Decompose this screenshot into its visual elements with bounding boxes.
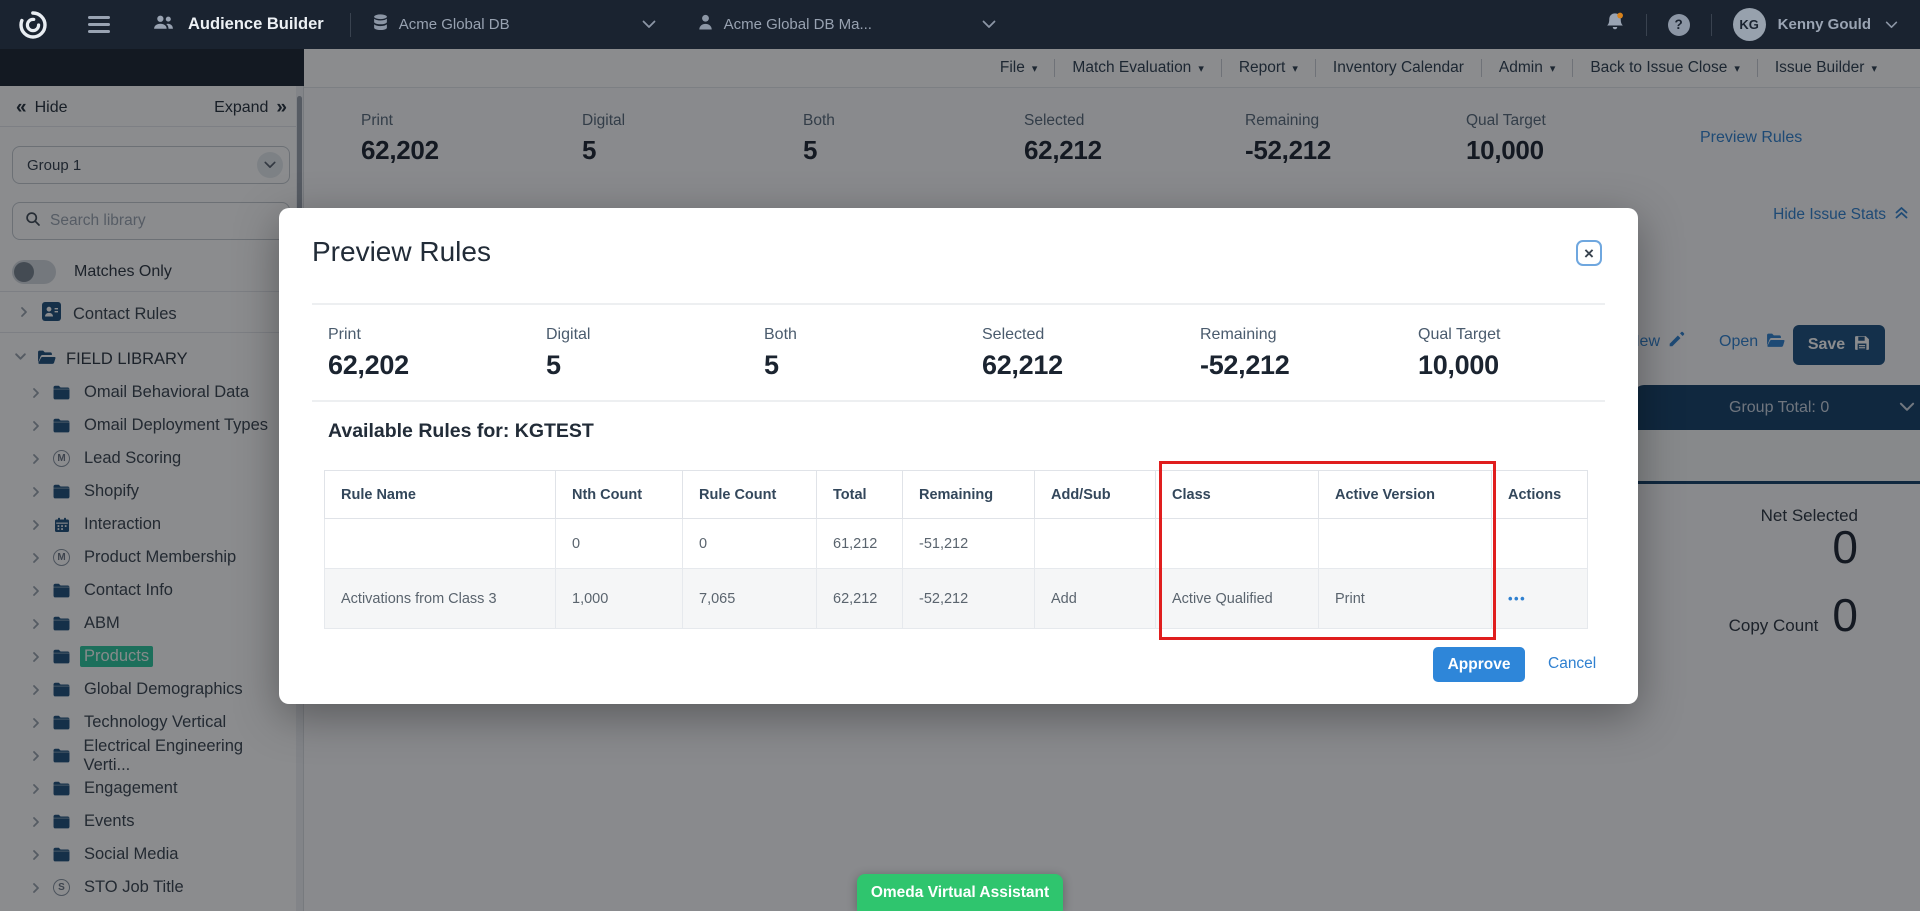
- product-title-label: Audience Builder: [188, 15, 324, 34]
- table-cell: Add: [1035, 569, 1156, 629]
- table-cell: [325, 519, 556, 569]
- table-cell: 1,000: [556, 569, 683, 629]
- modal-title: Preview Rules: [312, 236, 491, 268]
- divider: [1711, 14, 1712, 36]
- table-cell: 0: [683, 519, 817, 569]
- table-row-0: 0061,212-51,212: [325, 519, 1588, 569]
- table-cell: -51,212: [903, 519, 1035, 569]
- table-cell: 7,065: [683, 569, 817, 629]
- chevron-down-icon: [642, 16, 656, 34]
- virtual-assistant-button[interactable]: Omeda Virtual Assistant: [857, 874, 1063, 911]
- close-icon[interactable]: ×: [1576, 240, 1602, 266]
- table-cell: Activations from Class 3: [325, 569, 556, 629]
- stat-remaining: Remaining-52,212: [1200, 326, 1418, 381]
- help-icon[interactable]: ?: [1668, 14, 1690, 36]
- table-cell: Print: [1319, 569, 1492, 629]
- table-cell: 61,212: [817, 519, 903, 569]
- column-header-nth-count: Nth Count: [556, 471, 683, 519]
- profile-selector[interactable]: Acme Global DB Ma...: [698, 14, 996, 35]
- product-title: Audience Builder: [152, 14, 324, 36]
- audience-icon: [152, 14, 175, 36]
- row-actions-button[interactable]: •••: [1508, 591, 1526, 606]
- table-cell: 0: [556, 519, 683, 569]
- column-header-actions: Actions: [1492, 471, 1588, 519]
- stat-print: Print62,202: [328, 326, 546, 381]
- stat-digital: Digital5: [546, 326, 764, 381]
- column-header-remaining: Remaining: [903, 471, 1035, 519]
- divider: [350, 13, 351, 37]
- column-header-class: Class: [1156, 471, 1319, 519]
- divider: [312, 303, 1605, 305]
- table-cell: Active Qualified: [1156, 569, 1319, 629]
- person-icon: [698, 14, 713, 35]
- approve-button[interactable]: Approve: [1433, 647, 1525, 682]
- database-selector[interactable]: Acme Global DB: [373, 14, 656, 36]
- stat-both: Both5: [764, 326, 982, 381]
- column-header-rule-count: Rule Count: [683, 471, 817, 519]
- column-header-active-version: Active Version: [1319, 471, 1492, 519]
- profile-selector-value: Acme Global DB Ma...: [724, 16, 872, 33]
- available-rules-heading: Available Rules for: KGTEST: [328, 420, 594, 443]
- table-cell: -52,212: [903, 569, 1035, 629]
- rules-table: Rule NameNth CountRule CountTotalRemaini…: [324, 470, 1588, 629]
- omeda-logo-icon[interactable]: [18, 10, 48, 40]
- notification-dot: [1617, 12, 1623, 18]
- stat-selected: Selected62,212: [982, 326, 1200, 381]
- stat-qual-target: Qual Target10,000: [1418, 326, 1636, 381]
- rules-table-body: 0061,212-51,212Activations from Class 31…: [325, 519, 1588, 629]
- rules-table-head-row: Rule NameNth CountRule CountTotalRemaini…: [325, 471, 1588, 519]
- database-selector-value: Acme Global DB: [399, 16, 510, 33]
- table-cell: [1156, 519, 1319, 569]
- notifications-bell-icon[interactable]: [1605, 12, 1625, 38]
- table-cell: [1319, 519, 1492, 569]
- chevron-down-icon[interactable]: [1885, 16, 1898, 34]
- app-screen: Audience Builder Acme Global DB Acme Glo…: [0, 0, 1920, 911]
- chevron-down-icon: [982, 16, 996, 34]
- table-row-1: Activations from Class 31,0007,06562,212…: [325, 569, 1588, 629]
- column-header-rule-name: Rule Name: [325, 471, 556, 519]
- cancel-link[interactable]: Cancel: [1548, 655, 1596, 673]
- database-icon: [373, 14, 388, 36]
- table-cell: 62,212: [817, 569, 903, 629]
- column-header-total: Total: [817, 471, 903, 519]
- modal-stats-row: Print62,202Digital5Both5Selected62,212Re…: [328, 326, 1636, 381]
- top-navbar: Audience Builder Acme Global DB Acme Glo…: [0, 0, 1920, 49]
- user-name[interactable]: Kenny Gould: [1778, 16, 1871, 33]
- divider: [312, 400, 1605, 402]
- table-cell: [1035, 519, 1156, 569]
- preview-rules-modal: Preview Rules × Print62,202Digital5Both5…: [279, 208, 1638, 704]
- column-header-add-sub: Add/Sub: [1035, 471, 1156, 519]
- avatar[interactable]: KG: [1733, 8, 1766, 41]
- divider: [1646, 14, 1647, 36]
- table-cell: [1492, 519, 1588, 569]
- hamburger-menu-icon[interactable]: [88, 16, 110, 33]
